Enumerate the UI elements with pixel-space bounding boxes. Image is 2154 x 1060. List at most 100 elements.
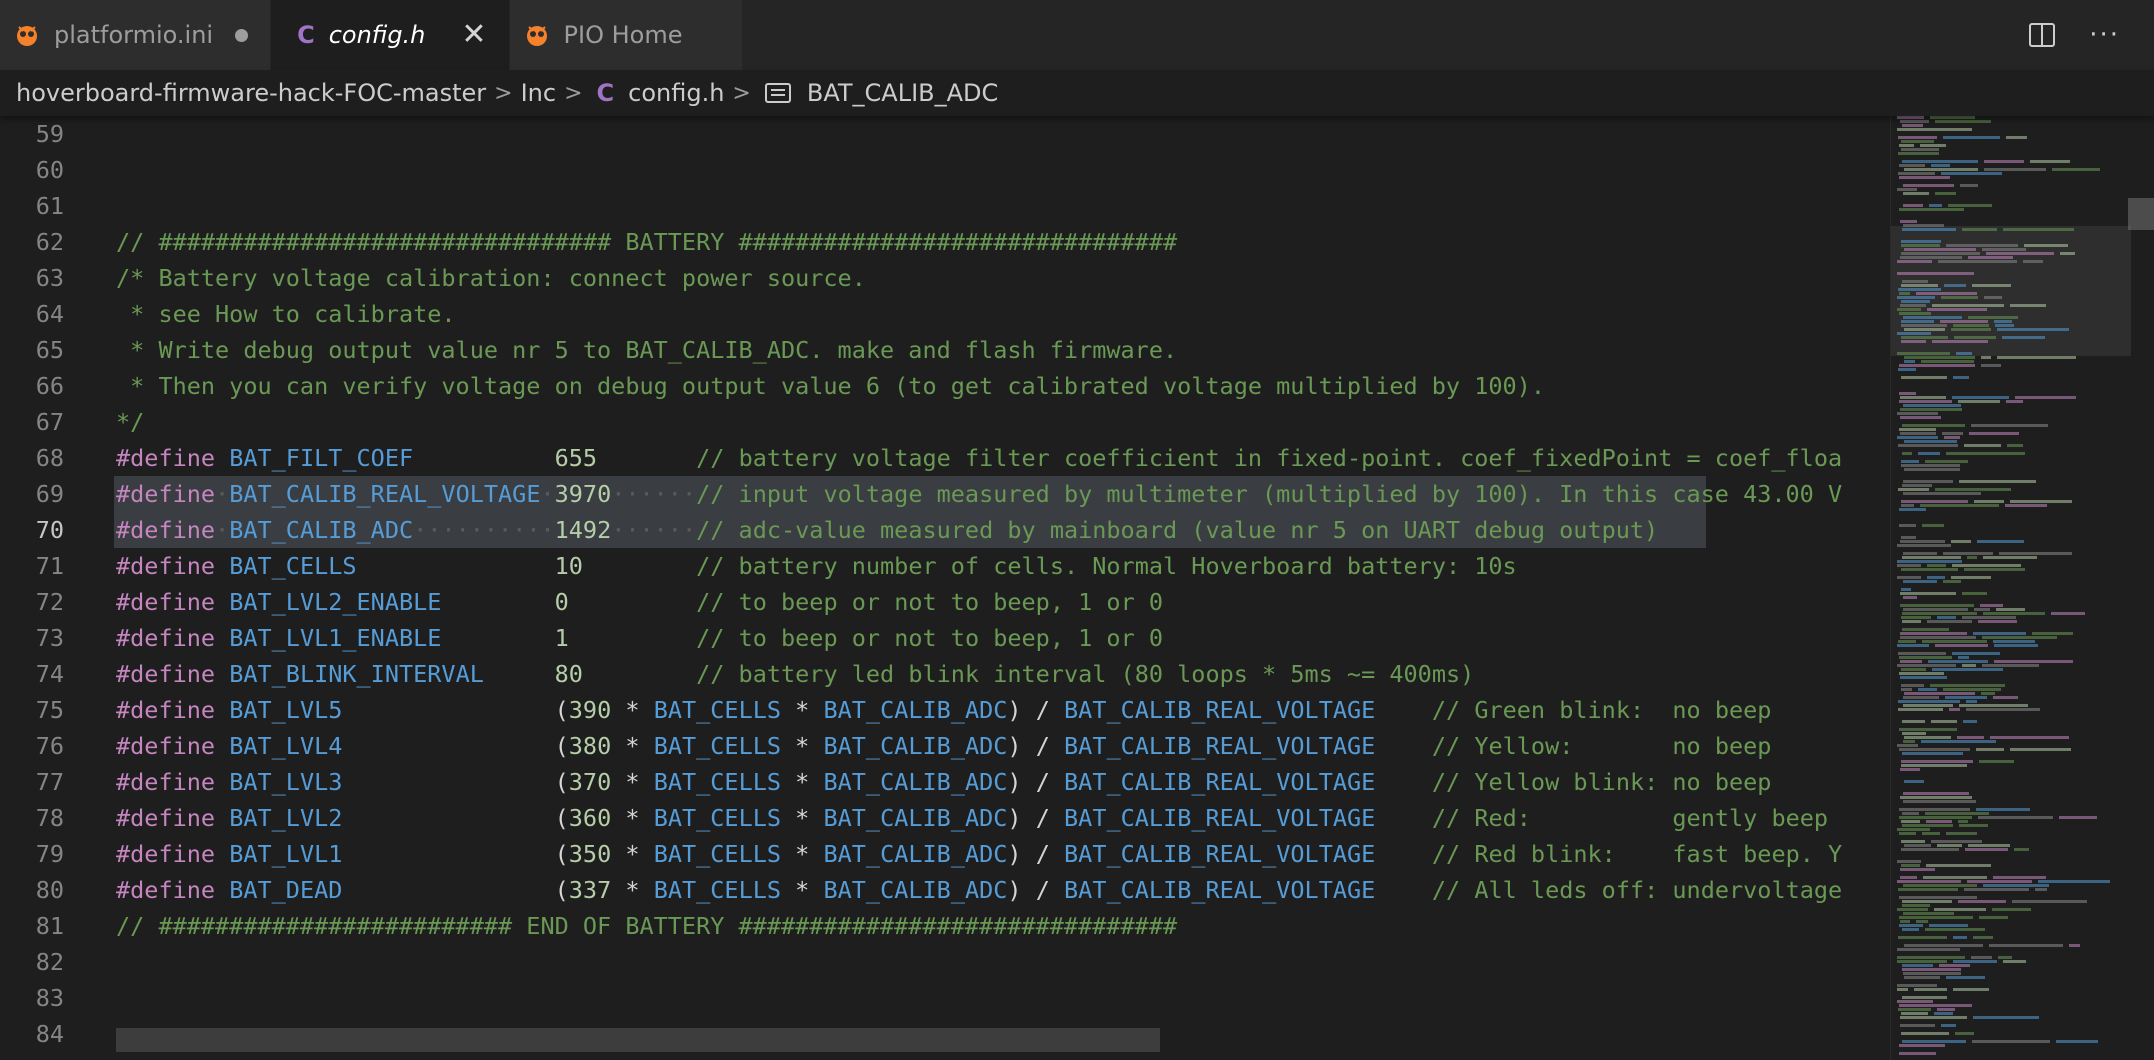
minimap-line	[1938, 260, 2017, 263]
code-line-61[interactable]: 61	[0, 188, 1890, 224]
line-number: 82	[35, 948, 64, 976]
minimap-line	[2030, 160, 2070, 163]
minimap-line	[1943, 552, 1993, 555]
minimap-line	[1899, 924, 1923, 927]
code-line-79[interactable]: 79 #define BAT_LVL1 (350 * BAT_CELLS * BA…	[0, 836, 1890, 872]
horizontal-scrollbar[interactable]	[116, 1028, 1160, 1052]
tab-config-h[interactable]: C config.h ✕	[271, 0, 510, 70]
code-line-80[interactable]: 80 #define BAT_DEAD (337 * BAT_CELLS * BA…	[0, 872, 1890, 908]
code-line-69[interactable]: 69 #define·BAT_CALIB_REAL_VOLTAGE·3970···…	[0, 476, 1890, 512]
tab-label: config.h	[328, 21, 426, 49]
minimap-line	[1898, 888, 1958, 891]
more-actions-icon[interactable]: ···	[2089, 20, 2120, 50]
macro-ref: BAT_CELLS	[653, 876, 782, 904]
minimap[interactable]	[1890, 116, 2154, 1060]
code-line-75[interactable]: 75 #define BAT_LVL5 (390 * BAT_CELLS * BA…	[0, 692, 1890, 728]
minimap-line	[1972, 284, 2011, 287]
code-line-73[interactable]: 73 #define BAT_LVL1_ENABLE 1 // to beep o…	[0, 620, 1890, 656]
code-line-65[interactable]: 65 * Write debug output value nr 5 to BA…	[0, 332, 1890, 368]
operator: /	[1021, 876, 1065, 904]
split-editor-icon[interactable]	[2029, 23, 2056, 47]
line-number: 65	[35, 336, 64, 364]
breadcrumb-file[interactable]: config.h	[628, 79, 724, 107]
code-line-78[interactable]: 78 #define BAT_LVL2 (360 * BAT_CELLS * BA…	[0, 800, 1890, 836]
breadcrumb-symbol[interactable]: BAT_CALIB_ADC	[807, 79, 998, 107]
punct: (	[554, 732, 569, 760]
line-number: 69	[35, 480, 64, 508]
punct: (	[554, 768, 569, 796]
code-text: #define BAT_DEAD (337 * BAT_CELLS * BAT_…	[116, 872, 1842, 908]
minimap-line	[1897, 560, 1962, 563]
code-line-67[interactable]: 67 */	[0, 404, 1890, 440]
code-line-82[interactable]: 82	[0, 944, 1890, 980]
minimap-line	[1976, 808, 2030, 811]
minimap-line	[1899, 672, 1944, 675]
code-line-63[interactable]: 63 /* Battery voltage calibration: connec…	[0, 260, 1890, 296]
minimap-line	[2005, 504, 2047, 507]
code-line-59[interactable]: 59	[0, 116, 1890, 152]
line-number: 59	[35, 120, 64, 148]
code-line-74[interactable]: 74 #define BAT_BLINK_INTERVAL 80 // batte…	[0, 656, 1890, 692]
code-line-70[interactable]: 70 #define·BAT_CALIB_ADC··········1492···…	[0, 512, 1890, 548]
breadcrumb-subfolder[interactable]: Inc	[521, 79, 556, 107]
punct: )	[1007, 876, 1022, 904]
tab-bar: platformio.ini C config.h ✕ PIO Home ···	[0, 0, 2154, 70]
code-line-71[interactable]: 71 #define BAT_CELLS 10 // battery number…	[0, 548, 1890, 584]
define-keyword: #define	[116, 624, 216, 652]
minimap-line	[1900, 868, 1935, 871]
code-editor[interactable]: 59 60 61 62 // #############################…	[0, 116, 1890, 1060]
comment: */	[116, 408, 145, 436]
minimap-line	[1903, 608, 1968, 611]
code-line-77[interactable]: 77 #define BAT_LVL3 (370 * BAT_CELLS * BA…	[0, 764, 1890, 800]
minimap-line	[1901, 244, 1940, 247]
minimap-line	[1984, 160, 2024, 163]
macro-name: BAT_LVL5	[229, 696, 343, 724]
close-icon[interactable]: ✕	[461, 20, 486, 50]
minimap-line	[2003, 228, 2074, 231]
vertical-scrollbar-thumb[interactable]	[2128, 198, 2154, 230]
minimap-line	[1934, 908, 1986, 911]
minimap-line	[2012, 900, 2087, 903]
minimap-line	[1897, 664, 1956, 667]
macro-ref: BAT_CALIB_ADC	[823, 876, 1008, 904]
minimap-line	[1967, 556, 1977, 559]
minimap-line	[1898, 640, 1916, 643]
macro-name: BAT_CELLS	[229, 552, 357, 580]
minimap-line	[1899, 176, 1950, 179]
code-line-64[interactable]: 64 * see How to calibrate.	[0, 296, 1890, 332]
minimap-line	[1993, 876, 2046, 879]
minimap-line	[1902, 968, 1961, 971]
code-line-81[interactable]: 81 // ######################### END OF BA…	[0, 908, 1890, 944]
code-text: #define BAT_LVL1_ENABLE 1 // to beep or …	[116, 620, 1163, 656]
minimap-line	[1935, 192, 1956, 195]
code-line-72[interactable]: 72 #define BAT_LVL2_ENABLE 0 // to beep o…	[0, 584, 1890, 620]
minimap-line	[1899, 896, 1977, 899]
operator: *	[781, 768, 824, 796]
code-line-76[interactable]: 76 #define BAT_LVL4 (380 * BAT_CELLS * BA…	[0, 728, 1890, 764]
minimap-line	[1935, 488, 2011, 491]
minimap-line	[2002, 336, 2045, 339]
code-line-66[interactable]: 66 * Then you can verify voltage on debu…	[0, 368, 1890, 404]
tab-platformio-ini[interactable]: platformio.ini	[0, 0, 272, 70]
minimap-line	[1903, 596, 1917, 599]
code-line-83[interactable]: 83	[0, 980, 1890, 1016]
minimap-line	[2010, 500, 2072, 503]
code-line-68[interactable]: 68 #define BAT_FILT_COEF 655 // battery v…	[0, 440, 1890, 476]
minimap-line	[1948, 204, 1992, 207]
minimap-line	[2060, 252, 2075, 255]
number-literal: 370	[568, 768, 612, 796]
operator: *	[611, 732, 654, 760]
minimap-line	[1903, 552, 1937, 555]
unsaved-dot-icon[interactable]	[235, 28, 249, 42]
number-literal: 390	[568, 696, 612, 724]
number-literal: 655	[554, 444, 598, 472]
minimap-line	[1941, 1024, 1956, 1027]
code-line-60[interactable]: 60	[0, 152, 1890, 188]
breadcrumb-folder[interactable]: hoverboard-firmware-hack-FOC-master	[16, 79, 486, 107]
minimap-line	[1932, 668, 2003, 671]
minimap-line	[1899, 748, 1970, 751]
define-keyword: #define	[116, 444, 216, 472]
code-line-62[interactable]: 62 // ################################ BA…	[0, 224, 1890, 260]
tab-pio-home[interactable]: PIO Home	[509, 0, 744, 70]
